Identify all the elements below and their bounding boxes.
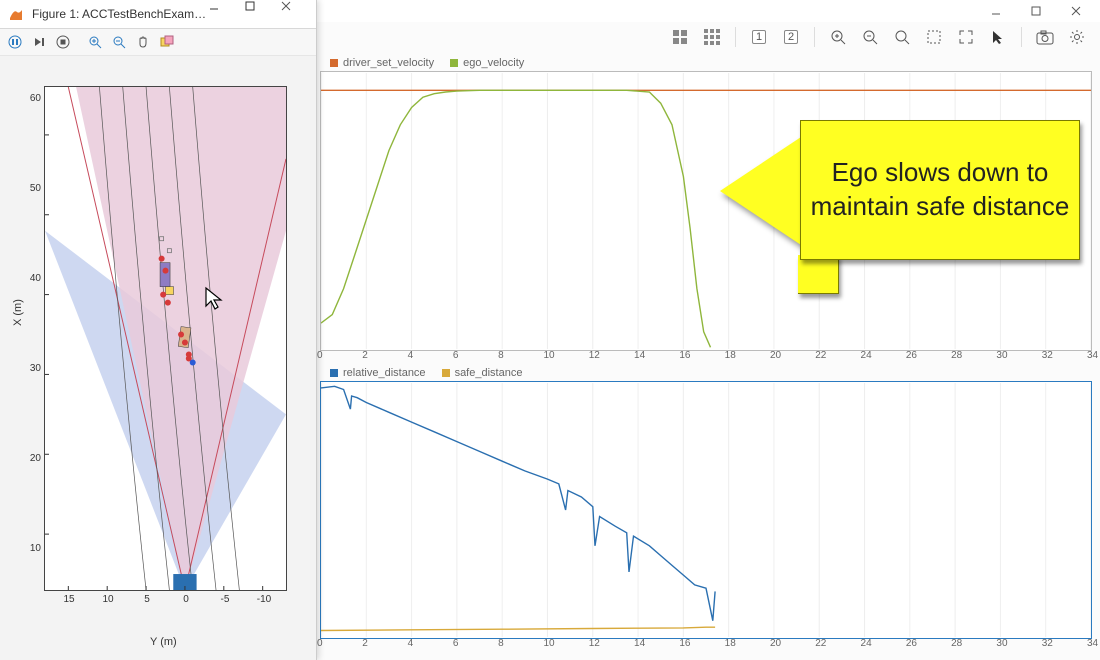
figure-title: Figure 1: ACCTestBenchExample/Bir... <box>32 7 208 21</box>
top-velocity-plot[interactable]: 0246810121416182022242628303234 <box>320 71 1092 351</box>
x-tick-label: 32 <box>1042 350 1053 361</box>
x-tick-label: 2 <box>362 350 368 361</box>
birdseye-x-axis-label: Y (m) <box>150 636 177 648</box>
figure-maximize-button[interactable] <box>244 0 280 28</box>
x-tick-label: 18 <box>725 350 736 361</box>
birdseye-y-tick: 50 <box>15 183 45 194</box>
x-tick-label: 0 <box>317 638 323 649</box>
figure-body: 10 20 30 40 50 60 15 10 5 0 -5 -10 X (m)… <box>0 56 316 660</box>
birdseye-x-tick: 10 <box>102 590 113 605</box>
legend-item-driver-set-velocity: driver_set_velocity <box>330 57 434 69</box>
fullscreen-icon[interactable] <box>951 24 981 50</box>
birdseye-y-tick: 40 <box>15 273 45 284</box>
birdseye-x-tick: 15 <box>63 590 74 605</box>
birdseye-y-tick: 60 <box>15 93 45 104</box>
layout-grid-small-icon[interactable] <box>665 24 695 50</box>
data-cursor-icon[interactable] <box>156 31 178 53</box>
x-tick-label: 2 <box>362 638 368 649</box>
legend-item-safe-distance: safe_distance <box>442 367 523 379</box>
zoom-out-icon[interactable] <box>855 24 885 50</box>
x-tick-label: 10 <box>543 638 554 649</box>
birdseye-x-tick: -10 <box>257 590 271 605</box>
zoom-x-icon[interactable] <box>887 24 917 50</box>
x-tick-label: 24 <box>861 350 872 361</box>
x-tick-label: 4 <box>408 638 414 649</box>
layout-grid-large-icon[interactable] <box>697 24 727 50</box>
birdseye-y-tick: 20 <box>15 453 45 464</box>
layout-preset-1-button[interactable]: 1 <box>744 24 774 50</box>
x-tick-label: 20 <box>770 350 781 361</box>
figure-titlebar[interactable]: Figure 1: ACCTestBenchExample/Bir... <box>0 0 316 29</box>
settings-gear-icon[interactable] <box>1062 24 1092 50</box>
x-tick-label: 14 <box>634 350 645 361</box>
scope-plot-column: driver_set_velocity ego_velocity 0246810… <box>320 55 1092 654</box>
x-tick-label: 0 <box>317 350 323 361</box>
zoom-in-icon[interactable] <box>84 31 106 53</box>
birdseye-y-tick: 30 <box>15 363 45 374</box>
x-tick-label: 10 <box>543 350 554 361</box>
x-tick-label: 24 <box>861 638 872 649</box>
legend-item-ego-velocity: ego_velocity <box>450 57 524 69</box>
zoom-in-icon[interactable] <box>823 24 853 50</box>
birdseye-plot[interactable]: 10 20 30 40 50 60 15 10 5 0 -5 -10 <box>44 86 287 591</box>
x-tick-label: 22 <box>815 638 826 649</box>
x-tick-label: 28 <box>951 350 962 361</box>
snapshot-icon[interactable] <box>1030 24 1060 50</box>
figure-toolbar <box>0 29 316 56</box>
bottom-distance-plot[interactable]: 0246810121416182022242628303234 <box>320 381 1092 639</box>
bottom-plot-legend: relative_distance safe_distance <box>320 365 1092 381</box>
legend-item-relative-distance: relative_distance <box>330 367 426 379</box>
cursor-select-icon[interactable] <box>983 24 1013 50</box>
x-tick-label: 20 <box>770 638 781 649</box>
step-forward-icon[interactable] <box>28 31 50 53</box>
birdseye-x-tick: -5 <box>221 590 230 605</box>
layout-preset-2-button[interactable]: 2 <box>776 24 806 50</box>
main-minimize-button[interactable] <box>976 0 1016 22</box>
main-maximize-button[interactable] <box>1016 0 1056 22</box>
mouse-cursor-icon <box>204 286 226 315</box>
x-tick-label: 30 <box>996 350 1007 361</box>
x-tick-label: 14 <box>634 638 645 649</box>
x-tick-label: 8 <box>498 350 504 361</box>
x-tick-label: 4 <box>408 350 414 361</box>
main-close-button[interactable] <box>1056 0 1096 22</box>
birdseye-y-axis-label: X (m) <box>12 299 24 326</box>
stop-icon[interactable] <box>52 31 74 53</box>
x-tick-label: 12 <box>589 350 600 361</box>
x-tick-label: 34 <box>1087 350 1098 361</box>
x-tick-label: 16 <box>679 638 690 649</box>
zoom-out-icon[interactable] <box>108 31 130 53</box>
matlab-app-icon <box>6 4 26 24</box>
birdseye-x-tick: 5 <box>144 590 150 605</box>
x-tick-label: 32 <box>1042 638 1053 649</box>
x-tick-label: 26 <box>906 638 917 649</box>
x-tick-label: 8 <box>498 638 504 649</box>
x-tick-label: 30 <box>996 638 1007 649</box>
top-plot-legend: driver_set_velocity ego_velocity <box>320 55 1092 71</box>
scope-toolbar: 1 2 <box>665 22 1092 52</box>
birdseye-y-tick: 10 <box>15 543 45 554</box>
x-tick-label: 28 <box>951 638 962 649</box>
figure-window: Figure 1: ACCTestBenchExample/Bir... 10 … <box>0 0 317 660</box>
x-tick-label: 26 <box>906 350 917 361</box>
x-tick-label: 18 <box>725 638 736 649</box>
x-tick-label: 6 <box>453 638 459 649</box>
zoom-fit-icon[interactable] <box>919 24 949 50</box>
birdseye-x-tick: 0 <box>183 590 189 605</box>
pause-icon[interactable] <box>4 31 26 53</box>
x-tick-label: 22 <box>815 350 826 361</box>
x-tick-label: 34 <box>1087 638 1098 649</box>
x-tick-label: 16 <box>679 350 690 361</box>
figure-minimize-button[interactable] <box>208 0 244 28</box>
x-tick-label: 6 <box>453 350 459 361</box>
x-tick-label: 12 <box>589 638 600 649</box>
pan-hand-icon[interactable] <box>132 31 154 53</box>
figure-close-button[interactable] <box>280 0 316 28</box>
